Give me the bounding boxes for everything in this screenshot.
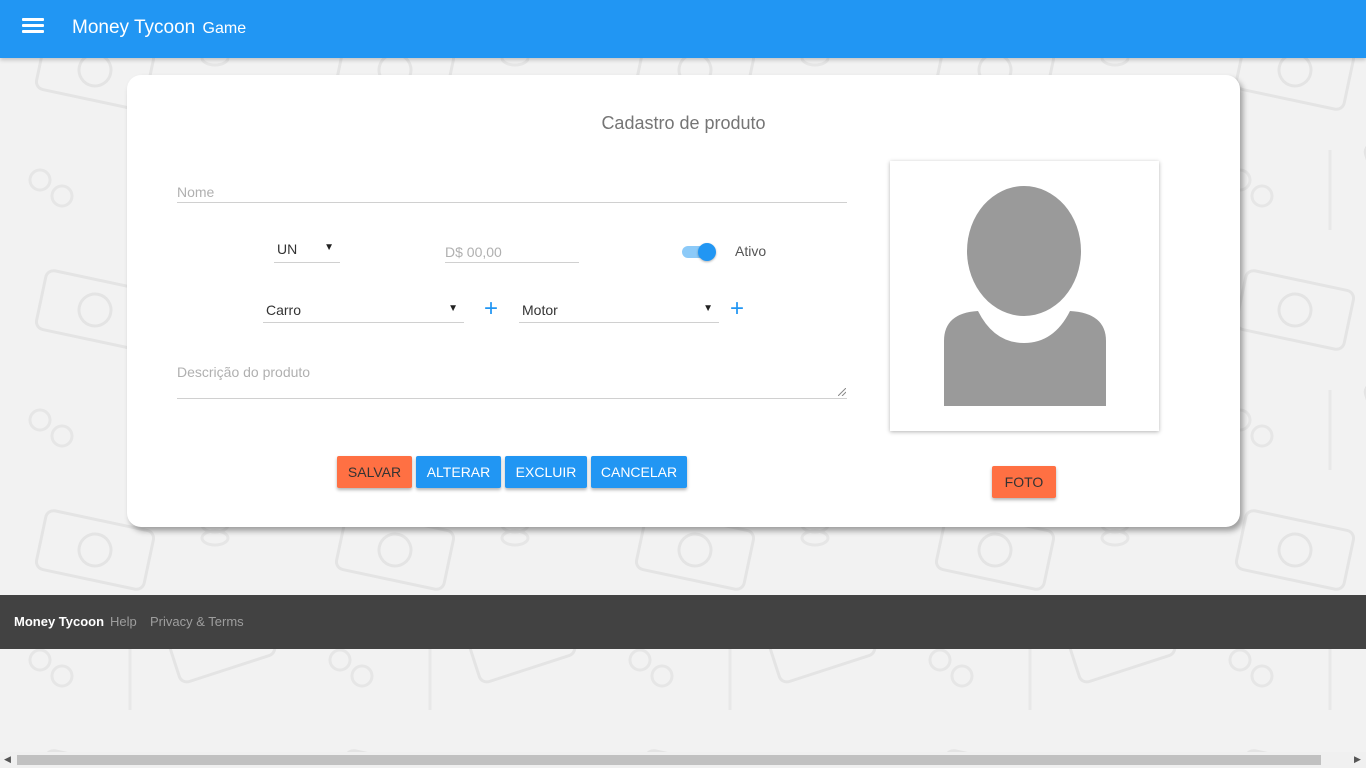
unit-select-value: UN [277, 241, 298, 257]
resize-handle-icon[interactable] [838, 388, 846, 396]
menu-line-2 [22, 24, 44, 27]
description-textarea[interactable]: Descrição do produto [177, 360, 847, 399]
footer-privacy-link[interactable]: Privacy & Terms [150, 614, 244, 629]
subcategory-dropdown-arrow-icon: ▼ [703, 303, 713, 314]
user-silhouette-icon [944, 186, 1106, 406]
cancelar-button[interactable]: CANCELAR [591, 456, 687, 488]
category-dropdown-arrow-icon: ▼ [448, 303, 458, 314]
horizontal-scrollbar[interactable]: ◀ ▶ [0, 752, 1366, 768]
category-select[interactable]: Carro ▼ [263, 302, 464, 323]
menu-line-3 [22, 30, 44, 33]
subcategory-select-value: Motor [522, 302, 558, 318]
app-title[interactable]: Money Tycoon Game [72, 17, 246, 39]
nome-field[interactable]: Nome [177, 180, 847, 203]
active-toggle[interactable] [682, 242, 718, 262]
excluir-button[interactable]: EXCLUIR [505, 456, 587, 488]
footer-help-link[interactable]: Help [110, 614, 137, 629]
product-photo [890, 161, 1159, 431]
top-app-bar: Money Tycoon Game [0, 0, 1366, 58]
price-placeholder: D$ 00,00 [445, 244, 502, 260]
price-field[interactable]: D$ 00,00 [445, 242, 579, 263]
active-toggle-thumb [698, 243, 716, 261]
page-title: Cadastro de produto [601, 113, 766, 133]
nome-placeholder: Nome [177, 184, 215, 200]
subcategory-select[interactable]: Motor ▼ [519, 302, 719, 323]
salvar-button[interactable]: SALVAR [337, 456, 412, 488]
footer-brand: Money Tycoon [14, 614, 105, 629]
menu-line-1 [22, 18, 44, 21]
description-placeholder: Descrição do produto [177, 364, 311, 380]
unit-dropdown-arrow-icon: ▼ [324, 242, 334, 253]
scrollbar-thumb[interactable] [17, 755, 1321, 765]
alterar-button[interactable]: ALTERAR [416, 456, 501, 488]
active-label: Ativo [735, 243, 767, 259]
add-subcategory-icon[interactable]: + [730, 297, 744, 321]
category-select-value: Carro [266, 302, 302, 318]
add-category-icon[interactable]: + [484, 297, 498, 321]
scroll-right-arrow-icon[interactable]: ▶ [1354, 754, 1361, 765]
scroll-left-arrow-icon[interactable]: ◀ [4, 754, 11, 765]
unit-select[interactable]: UN ▼ [274, 241, 340, 263]
app-subtitle: Game [202, 20, 247, 37]
product-form-card: Cadastro de produto Nome UN ▼ D$ 00,00 A… [127, 75, 1240, 527]
foto-button[interactable]: FOTO [992, 466, 1056, 498]
hamburger-menu-icon[interactable] [22, 18, 44, 40]
app-title-text: Money Tycoon [72, 17, 196, 38]
footer: Money Tycoon Help Privacy & Terms [0, 595, 1366, 649]
